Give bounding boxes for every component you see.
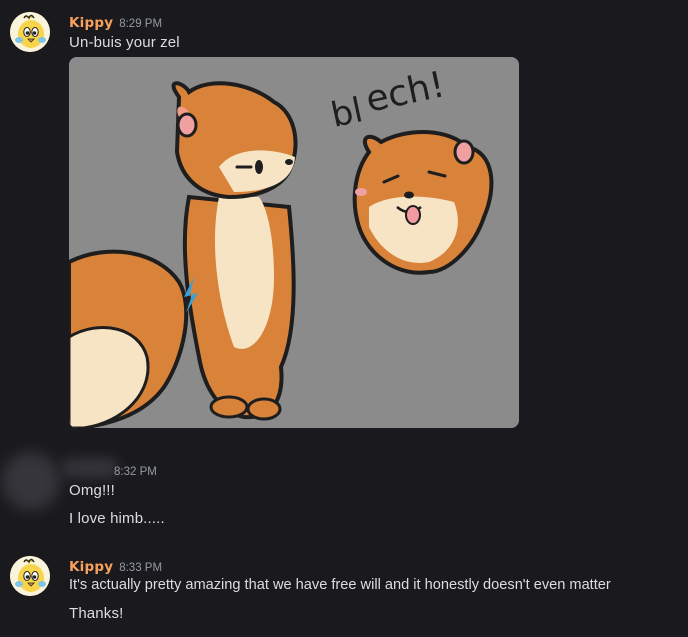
message-text: Thanks! (69, 605, 124, 622)
chick-avatar-icon (10, 556, 50, 596)
redacted-avatar[interactable] (2, 452, 60, 510)
username[interactable]: Kippy (69, 559, 113, 575)
ferret-drawing-image: bl ech! (69, 57, 519, 428)
message-header: Kippy 8:29 PM (69, 12, 162, 31)
redacted-username (62, 458, 118, 478)
user-avatar[interactable] (10, 556, 50, 596)
chick-avatar-icon (10, 12, 50, 52)
message-header: Kippy 8:33 PM (69, 556, 162, 575)
user-avatar[interactable] (10, 12, 50, 52)
message-text: Un-buis your zel (69, 34, 180, 51)
message-text: Omg!!! (69, 482, 115, 499)
message-header: 8:32 PM (114, 460, 157, 478)
message-text: I love himb..... (69, 510, 165, 527)
chat-log: Kippy 8:29 PM Un-buis your zel bl ech! 8… (0, 0, 688, 637)
image-attachment[interactable]: bl ech! (69, 57, 519, 428)
message-text: It's actually pretty amazing that we hav… (69, 577, 611, 593)
username[interactable]: Kippy (69, 15, 113, 31)
timestamp[interactable]: 8:32 PM (114, 466, 157, 478)
timestamp[interactable]: 8:29 PM (119, 18, 162, 30)
timestamp[interactable]: 8:33 PM (119, 562, 162, 574)
